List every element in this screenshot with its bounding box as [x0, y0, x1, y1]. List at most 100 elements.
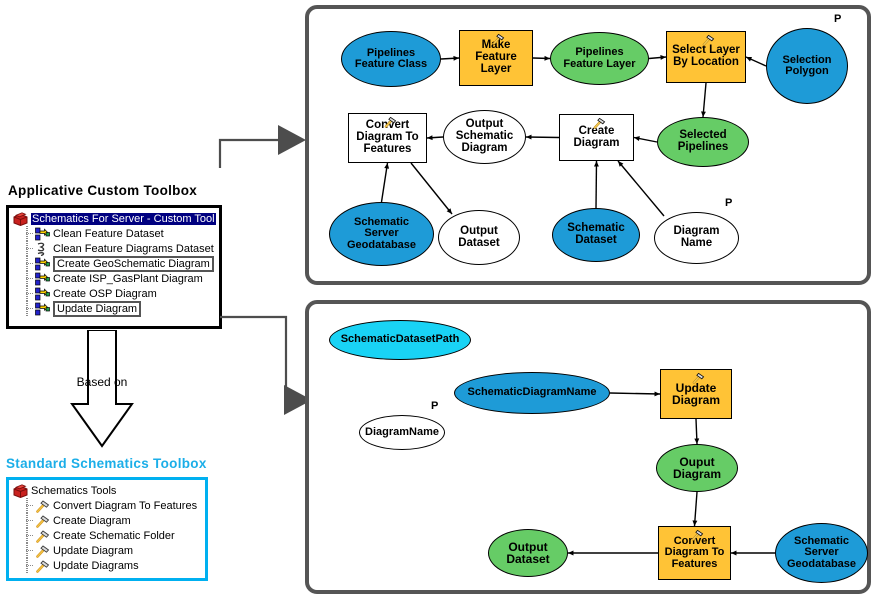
hammer-tool-icon	[35, 559, 50, 573]
model-node-t12[interactable]: Schematic Dataset	[552, 208, 640, 262]
model-node-label: DiagramName	[365, 425, 439, 438]
tree-item-label: Create OSP Diagram	[53, 287, 157, 300]
model-node-t3[interactable]: Pipelines Feature Layer	[550, 32, 649, 85]
tree-item[interactable]: Update Diagram	[12, 300, 219, 317]
model-node-b8[interactable]: Schematic Server Geodatabase	[775, 523, 868, 583]
model-node-label: Make Feature Layer	[475, 39, 517, 75]
model-tool-icon	[35, 257, 50, 271]
model-tool-icon	[35, 287, 50, 301]
model-node-t9[interactable]: Selected Pipelines	[657, 117, 749, 167]
toolbox-icon	[13, 211, 28, 226]
model-node-label: Selection Polygon	[782, 53, 832, 77]
model-node-b4[interactable]: Update Diagram	[660, 369, 732, 419]
applicative-toolbox-tree[interactable]: Schematics For Server - Custom Tool Clean…	[6, 205, 222, 329]
model-node-b3[interactable]: DiagramName	[359, 415, 445, 450]
connector-arrow-top	[218, 125, 306, 168]
tree-item[interactable]: Create ISP_GasPlant Diagram	[12, 271, 219, 286]
model-node-label: Pipelines Feature Class	[354, 46, 428, 70]
tree-connector-line	[24, 498, 34, 513]
script-tool-icon	[35, 242, 50, 256]
model-node-label: Output Dataset	[506, 539, 550, 566]
tree-root-item[interactable]: Schematics For Server - Custom Tool	[12, 211, 219, 226]
tree-item-label: Create ISP_GasPlant Diagram	[53, 272, 203, 285]
tree-item-label: Create Diagram	[53, 514, 131, 527]
tree-root-label: Schematics For Server - Custom Tool	[31, 212, 216, 225]
tree-item[interactable]: Create Diagram	[12, 513, 205, 528]
model-node-t11[interactable]: Output Dataset	[438, 210, 520, 265]
model-tool-icon	[35, 227, 50, 241]
tree-connector-line	[24, 558, 34, 573]
hammer-tool-icon	[35, 544, 50, 558]
model-node-label: Selected Pipelines	[677, 129, 729, 153]
tree-connector-line	[24, 256, 34, 271]
model-node-label: SchematicDiagramName	[467, 386, 597, 399]
tree-item-label: Convert Diagram To Features	[53, 499, 198, 512]
tree-connector-line	[24, 226, 34, 241]
update-diagram-model-panel[interactable]: SchematicDatasetPath SchematicDiagramName…	[305, 300, 871, 594]
model-node-label: Output Schematic Diagram	[455, 118, 514, 154]
hammer-tool-icon	[35, 499, 50, 513]
model-node-label: Pipelines Feature Layer	[563, 46, 636, 70]
model-node-label: Schematic Dataset	[567, 222, 625, 246]
model-node-b1[interactable]: SchematicDatasetPath	[329, 320, 471, 360]
tree-root-label: Schematics Tools	[31, 484, 117, 497]
model-node-t4[interactable]: Select Layer By Location	[666, 31, 746, 83]
tree-item-label: Update Diagram	[53, 300, 142, 317]
model-node-label: Output Dataset	[458, 224, 500, 249]
tree-connector-line	[24, 528, 34, 543]
parameter-marker: P	[431, 400, 439, 412]
parameter-marker: P	[834, 13, 842, 25]
model-node-label: Update Diagram	[671, 380, 721, 407]
tree-item[interactable]: Clean Feature Diagrams Dataset	[12, 241, 219, 256]
hammer-tool-icon	[35, 529, 50, 543]
model-node-t1[interactable]: Pipelines Feature Class	[341, 31, 441, 87]
tree-item[interactable]: Create OSP Diagram	[12, 286, 219, 301]
tree-item[interactable]: Create GeoSchematic Diagram	[12, 255, 219, 272]
tree-item-label: Clean Feature Dataset	[53, 227, 164, 240]
hammer-tool-icon	[35, 514, 50, 528]
model-node-label: Schematic Server Geodatabase	[346, 216, 417, 251]
model-node-label: Schematic Server Geodatabase	[786, 535, 857, 570]
tree-root-item[interactable]: Schematics Tools	[12, 483, 205, 498]
tree-connector-line	[24, 301, 34, 316]
applicative-toolbox-title: Applicative Custom Toolbox	[8, 183, 198, 198]
model-node-t13[interactable]: Diagram Name	[654, 212, 739, 264]
tree-item-label: Update Diagram	[53, 544, 134, 557]
model-node-t10[interactable]: Schematic Server Geodatabase	[329, 202, 434, 266]
based-on-label: Based on	[76, 375, 128, 389]
tree-connector-line	[24, 543, 34, 558]
tree-item[interactable]: Update Diagram	[12, 543, 205, 558]
tree-item[interactable]: Convert Diagram To Features	[12, 498, 205, 513]
model-node-label: Select Layer By Location	[672, 44, 740, 68]
model-node-label: Create Diagram	[573, 124, 620, 149]
tree-connector-line	[24, 271, 34, 286]
tree-item-label: Clean Feature Diagrams Dataset	[53, 242, 214, 255]
model-node-t5[interactable]: Selection Polygon	[766, 28, 848, 104]
model-node-t2[interactable]: Make Feature Layer	[459, 30, 533, 86]
standard-toolbox-tree[interactable]: Schematics Tools Convert Diagram To Featu…	[6, 477, 208, 581]
toolbox-icon	[13, 483, 28, 498]
tree-connector-line	[24, 513, 34, 528]
tree-connector-line	[24, 286, 34, 301]
model-node-b7[interactable]: Output Dataset	[488, 529, 568, 577]
tree-item[interactable]: Update Diagrams	[12, 558, 205, 573]
model-node-t6[interactable]: Convert Diagram To Features	[348, 113, 427, 163]
create-geoschematic-diagram-model-panel[interactable]: Pipelines Feature Class Make Feature Layer Pi…	[305, 5, 871, 285]
model-node-t8[interactable]: Create Diagram	[559, 114, 634, 161]
model-node-label: Convert Diagram To Features	[664, 535, 725, 570]
model-node-b5[interactable]: Ouput Diagram	[656, 444, 738, 492]
tree-item-label: Update Diagrams	[53, 559, 139, 572]
model-node-label: SchematicDatasetPath	[340, 333, 460, 346]
model-node-b2[interactable]: SchematicDiagramName	[454, 372, 610, 414]
tree-item-label: Create GeoSchematic Diagram	[53, 255, 214, 272]
tree-item[interactable]: Create Schematic Folder	[12, 528, 205, 543]
parameter-marker: P	[725, 197, 733, 209]
model-tool-icon	[35, 302, 50, 316]
tree-item[interactable]: Clean Feature Dataset	[12, 226, 219, 241]
model-node-b6[interactable]: Convert Diagram To Features	[658, 526, 731, 580]
based-on-arrow-icon	[70, 330, 134, 448]
model-tool-icon	[35, 272, 50, 286]
model-node-t7[interactable]: Output Schematic Diagram	[443, 110, 526, 164]
model-node-label: DiagramName	[673, 225, 720, 249]
standard-toolbox-title: Standard Schematics Toolbox	[6, 456, 207, 471]
